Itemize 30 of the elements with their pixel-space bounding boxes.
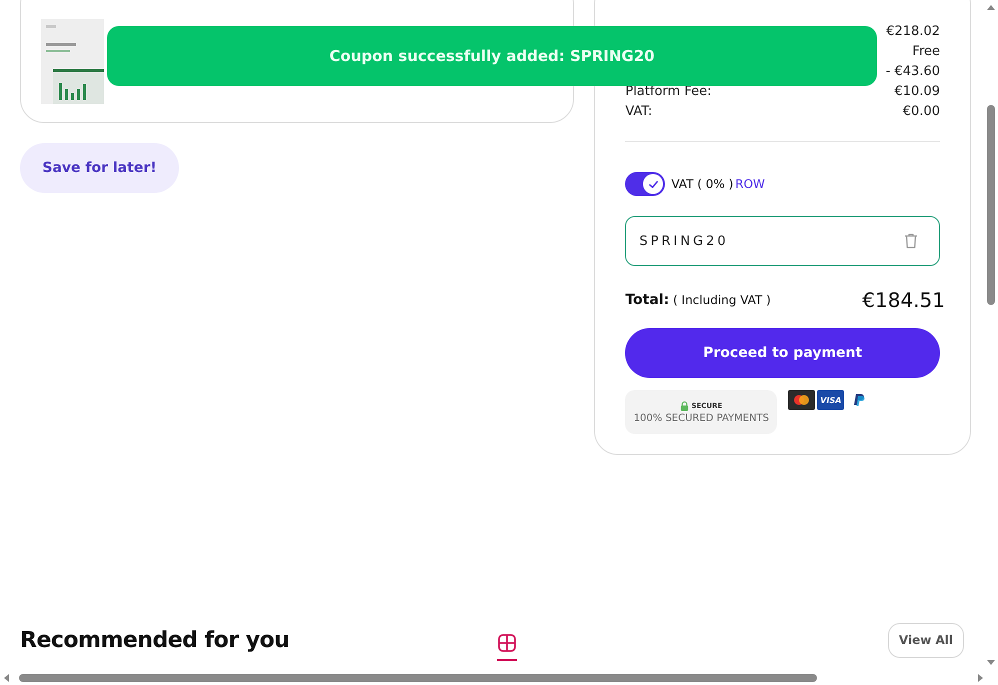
scroll-up-icon[interactable] xyxy=(986,5,994,10)
summary-value: - €43.60 xyxy=(886,64,940,78)
summary-value: €0.00 xyxy=(902,104,940,118)
summary-value: Free xyxy=(912,44,940,58)
total-label: Total: ( Including VAT ) xyxy=(625,292,771,308)
vat-label: VAT ( 0% ) xyxy=(671,177,734,191)
visa-logo: VISA xyxy=(817,390,844,410)
total-amount: €184.51 xyxy=(862,288,945,312)
view-all-button[interactable]: View All xyxy=(888,622,964,658)
mastercard-icon xyxy=(788,390,816,410)
proceed-to-payment-button[interactable]: Proceed to payment xyxy=(625,328,940,378)
trash-icon[interactable] xyxy=(904,233,918,249)
summary-label: Platform Fee: xyxy=(625,84,712,98)
toast-message: Coupon successfully added: SPRING20 xyxy=(329,47,655,65)
check-icon xyxy=(648,178,659,190)
region-link[interactable]: ROW xyxy=(735,177,765,191)
summary-value: €10.09 xyxy=(894,84,940,98)
padlock-icon xyxy=(680,400,690,410)
scroll-down-icon[interactable] xyxy=(986,660,994,665)
scroll-right-icon[interactable] xyxy=(978,674,983,682)
scroll-left-icon[interactable] xyxy=(4,674,9,682)
secure-caption: 100% SECURED PAYMENTS xyxy=(634,412,770,424)
summary-value: €218.02 xyxy=(886,24,940,38)
summary-label: VAT: xyxy=(625,104,652,118)
save-for-later-button[interactable]: Save for later! xyxy=(20,143,179,193)
scrollbar-thumb[interactable] xyxy=(986,105,994,305)
section-title: Recommended for you xyxy=(20,628,290,652)
scrollbar-thumb[interactable] xyxy=(19,674,817,682)
vat-toggle[interactable] xyxy=(625,172,666,196)
coupon-field[interactable]: SPRING20 xyxy=(625,216,940,266)
